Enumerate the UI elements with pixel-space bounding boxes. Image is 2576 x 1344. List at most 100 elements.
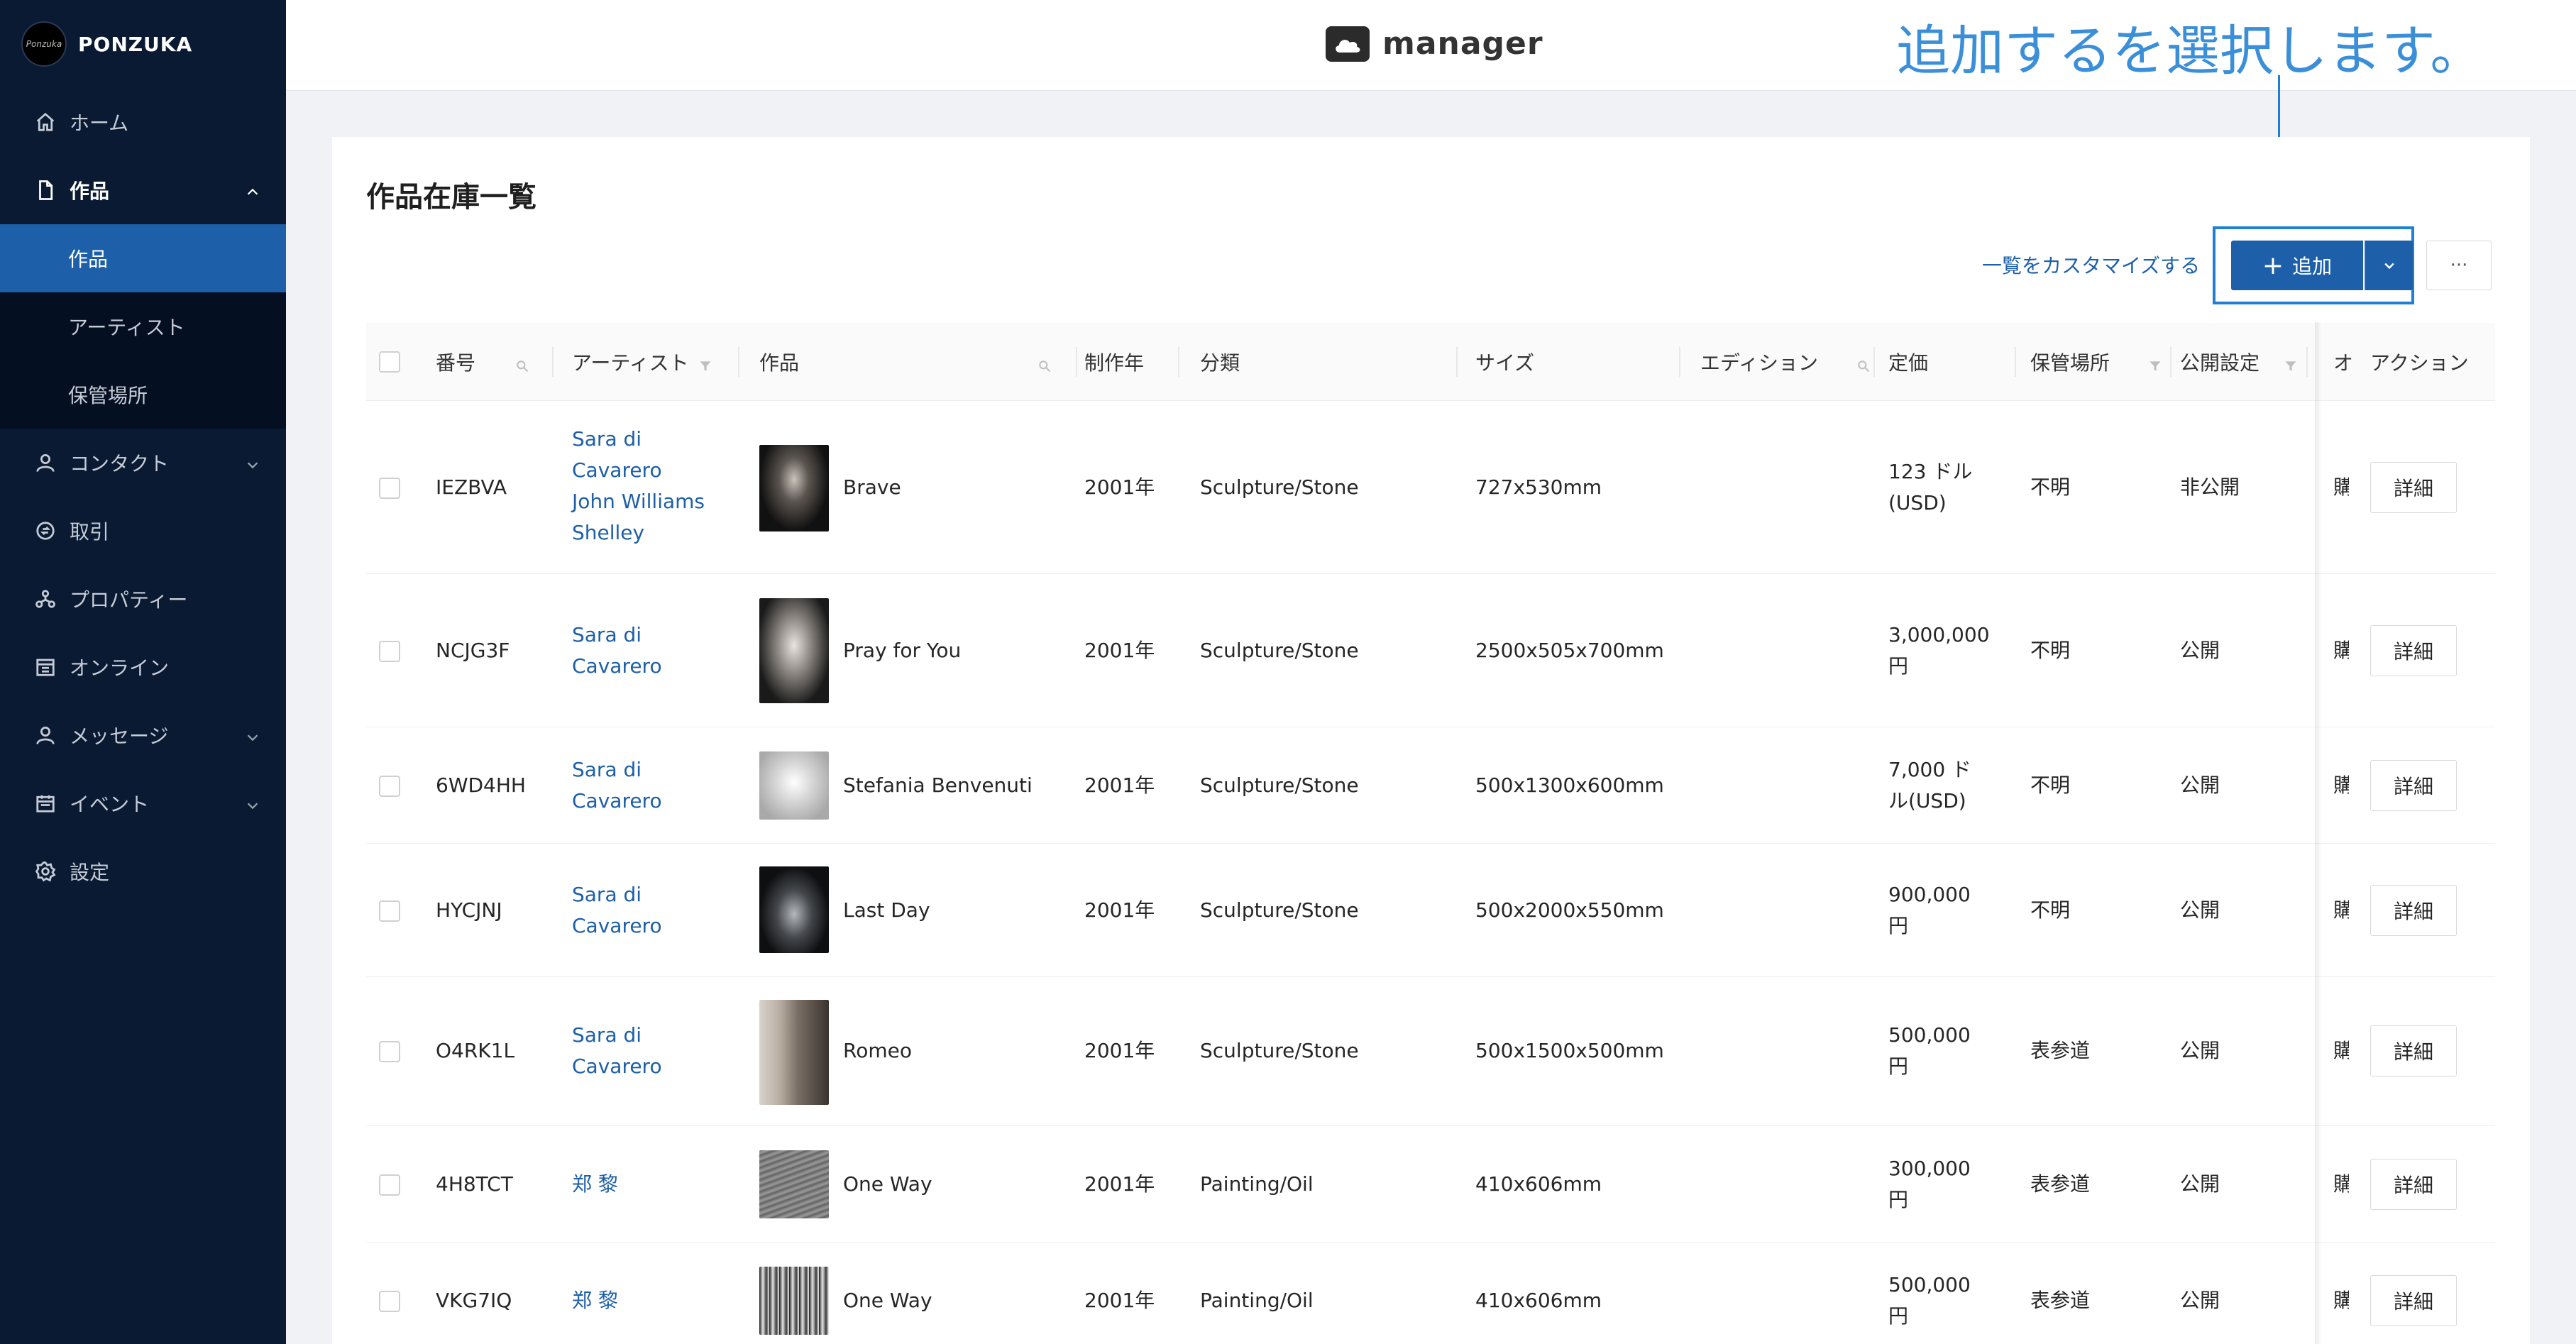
sidebar-subitem-storage[interactable]: 保管場所 [0, 360, 286, 429]
row-checkbox[interactable] [379, 1174, 400, 1196]
detail-button[interactable]: 詳細 [2370, 1159, 2457, 1210]
sidebar-item-label: 設定 [70, 861, 110, 884]
detail-button[interactable]: 詳細 [2370, 625, 2457, 676]
sidebar-item-home[interactable]: ホーム [0, 88, 286, 156]
row-checkbox[interactable] [379, 478, 400, 499]
add-button[interactable]: + 追加 [2231, 241, 2363, 290]
row-checkbox[interactable] [379, 641, 400, 662]
sidebar-item-label: プロパティー [70, 588, 188, 612]
table-row[interactable]: VKG7IQ 郑 黎 One Way 2001年 Painting/Oil 41… [366, 1243, 2495, 1344]
chevron-down-icon [2384, 263, 2394, 270]
app-title: manager [1382, 26, 1543, 62]
sidebar-item-online[interactable]: オンライン [0, 633, 286, 701]
column-header-visibility[interactable]: 公開設定 [2180, 323, 2301, 401]
main-card: 作品在庫一覧 一覧をカスタマイズする + 追加 ··· 番号 アーティスト 作品 [332, 137, 2530, 1344]
artist-link[interactable]: 郑 黎 [572, 1169, 618, 1200]
detail-button[interactable]: 詳細 [2370, 1275, 2457, 1326]
column-header-year[interactable]: 制作年 [1084, 323, 1144, 401]
artist-link[interactable]: Sara di Cavarero [572, 754, 662, 817]
artist-link[interactable]: Sara di Cavarero John Williams Shelley [572, 424, 705, 549]
search-icon[interactable] [1856, 355, 1871, 373]
work-price: 3,000,000 円 [1888, 623, 1990, 678]
brand[interactable]: Ponzuka PONZUKA [0, 0, 286, 88]
column-header-edition[interactable]: エディション [1700, 323, 1871, 401]
sidebar-item-contacts[interactable]: コンタクト [0, 429, 286, 497]
detail-button[interactable]: 詳細 [2370, 885, 2457, 936]
filter-icon[interactable] [2284, 355, 2298, 371]
sidebar-item-label: イベント [70, 793, 150, 816]
artist-link[interactable]: Sara di Cavarero [572, 619, 662, 682]
truncated-cell: 購 [2333, 1039, 2349, 1062]
artwork-thumbnail[interactable] [759, 751, 829, 820]
work-number: VKG7IQ [436, 1289, 512, 1312]
work-size: 500x1500x500mm [1475, 1039, 1664, 1062]
work-category: Sculpture/Stone [1200, 773, 1359, 797]
sidebar-subitem-artists[interactable]: アーティスト [0, 292, 286, 360]
sidebar-item-properties[interactable]: プロパティー [0, 565, 286, 633]
artist-link[interactable]: Sara di Cavarero [572, 879, 662, 942]
more-options-button[interactable]: ··· [2426, 241, 2492, 290]
work-title: Romeo [843, 1039, 912, 1062]
plus-icon: + [2262, 250, 2284, 280]
sidebar-item-messages[interactable]: メッセージ [0, 701, 286, 769]
column-header-category[interactable]: 分類 [1200, 323, 1240, 401]
artwork-thumbnail[interactable] [759, 1000, 829, 1105]
table-row[interactable]: IEZBVA Sara di Cavarero John Williams Sh… [366, 401, 2495, 574]
work-location: 不明 [2030, 475, 2071, 499]
app-logo[interactable]: manager [1326, 26, 1543, 62]
table-row[interactable]: HYCJNJ Sara di Cavarero Last Day 2001年 S… [366, 844, 2495, 977]
sidebar-item-label: オンライン [70, 656, 170, 680]
sidebar-item-transactions[interactable]: 取引 [0, 497, 286, 565]
search-icon[interactable] [1037, 355, 1052, 373]
artwork-thumbnail[interactable] [759, 598, 829, 703]
artist-link[interactable]: Sara di Cavarero [572, 1020, 662, 1082]
work-price: 500,000 円 [1888, 1273, 1971, 1328]
work-price: 7,000 ド ル(USD) [1888, 758, 1972, 813]
detail-button[interactable]: 詳細 [2370, 1025, 2457, 1076]
column-header-truncated[interactable]: オ [2333, 323, 2353, 401]
detail-button[interactable]: 詳細 [2370, 462, 2457, 513]
sidebar-subitem-works[interactable]: 作品 [0, 224, 286, 292]
transaction-icon [34, 519, 57, 542]
work-location: 表参道 [2030, 1172, 2091, 1196]
select-all-checkbox[interactable] [379, 323, 400, 401]
artwork-thumbnail[interactable] [759, 1150, 829, 1218]
calendar-icon [34, 792, 57, 815]
table-header: 番号 アーティスト 作品 制作年 分類 サイズ エディション 定価 保管場所 公… [366, 323, 2495, 401]
artist-link[interactable]: 郑 黎 [572, 1285, 618, 1316]
column-header-location[interactable]: 保管場所 [2030, 323, 2165, 401]
search-icon[interactable] [515, 355, 529, 373]
artwork-thumbnail[interactable] [759, 1267, 829, 1335]
artwork-thumbnail[interactable] [759, 445, 829, 531]
artwork-thumbnail[interactable] [759, 866, 829, 953]
table-row[interactable]: NCJG3F Sara di Cavarero Pray for You 200… [366, 574, 2495, 727]
column-header-size[interactable]: サイズ [1475, 323, 1534, 401]
column-header-price[interactable]: 定価 [1888, 323, 1928, 401]
column-header-work[interactable]: 作品 [759, 323, 1062, 401]
sidebar-item-works[interactable]: 作品 [0, 156, 286, 224]
filter-icon[interactable] [2148, 355, 2162, 371]
work-title: Brave [843, 475, 901, 499]
row-checkbox[interactable] [379, 776, 400, 797]
table-row[interactable]: 4H8TCT 郑 黎 One Way 2001年 Painting/Oil 41… [366, 1126, 2495, 1243]
detail-button[interactable]: 詳細 [2370, 760, 2457, 811]
work-title: One Way [843, 1172, 932, 1196]
work-price: 900,000 円 [1888, 883, 1971, 937]
sidebar-item-events[interactable]: イベント [0, 769, 286, 837]
work-size: 2500x505x700mm [1475, 639, 1664, 662]
filter-icon[interactable] [698, 355, 712, 371]
truncated-cell: 購 [2333, 898, 2349, 922]
column-header-artist[interactable]: アーティスト [572, 323, 722, 401]
add-dropdown-button[interactable] [2365, 241, 2413, 290]
sidebar-item-settings[interactable]: 設定 [0, 837, 286, 905]
table-row[interactable]: O4RK1L Sara di Cavarero Romeo 2001年 Scul… [366, 977, 2495, 1126]
row-checkbox[interactable] [379, 900, 400, 922]
column-header-number[interactable]: 番号 [436, 323, 539, 401]
work-number: 4H8TCT [436, 1172, 513, 1196]
customize-list-link[interactable]: 一覧をカスタマイズする [1982, 250, 2200, 279]
work-size: 410x606mm [1475, 1289, 1602, 1312]
table-row[interactable]: 6WD4HH Sara di Cavarero Stefania Benvenu… [366, 727, 2495, 844]
row-checkbox[interactable] [379, 1041, 400, 1062]
row-checkbox[interactable] [379, 1291, 400, 1312]
work-location: 表参道 [2030, 1289, 2091, 1312]
